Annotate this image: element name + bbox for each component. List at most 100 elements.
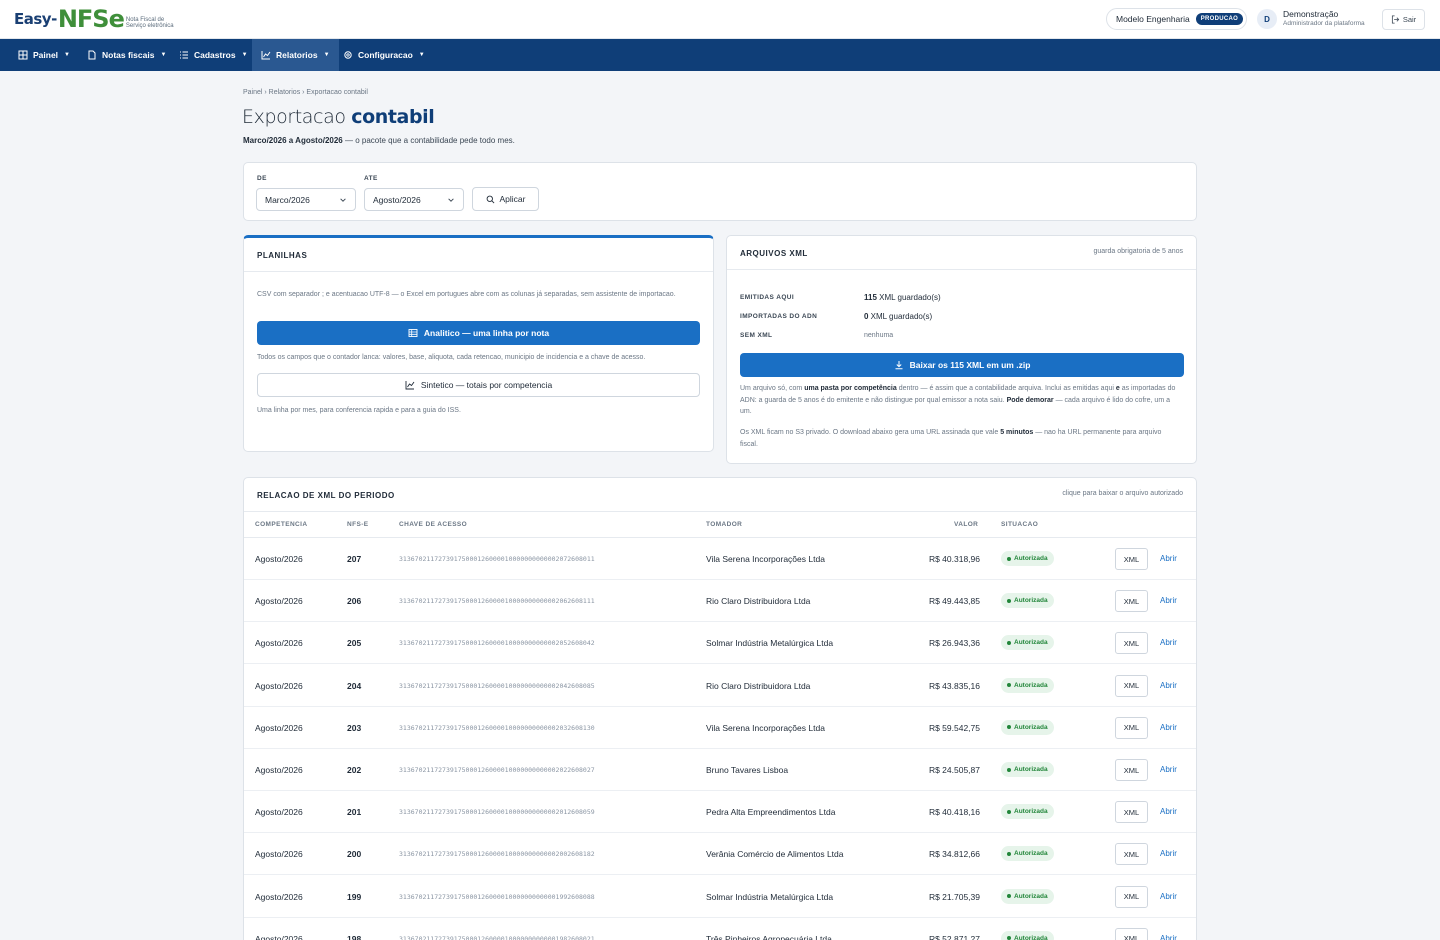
- chevron-down-icon: ▼: [241, 52, 248, 58]
- nav-relatorios[interactable]: Relatorios ▼: [252, 39, 339, 71]
- table-row[interactable]: Agosto/2026 199 31367021172739175000126000…: [244, 876, 1196, 918]
- stat-value: 0 XML guardado(s): [864, 312, 933, 321]
- from-select[interactable]: Marco/2026: [256, 188, 356, 211]
- xml-download-button[interactable]: XML: [1115, 632, 1148, 655]
- cell-competencia: Agosto/2026: [255, 849, 303, 860]
- table-row[interactable]: Agosto/2026 204 31367021172739175000126000…: [244, 665, 1196, 707]
- xml-table-card: RELACAO DE XML DO PERIODO clique para ba…: [243, 477, 1197, 940]
- status-dot-icon: [1007, 725, 1011, 730]
- chevron-down-icon: ▼: [160, 52, 167, 58]
- logout-button[interactable]: Sair: [1382, 9, 1425, 30]
- user-info[interactable]: Demonstração Administrador da plataforma: [1283, 10, 1365, 28]
- open-link[interactable]: Abrir: [1160, 934, 1177, 940]
- breadcrumb[interactable]: Painel › Relatorios › Exportacao contabi…: [243, 89, 368, 96]
- open-link[interactable]: Abrir: [1160, 723, 1177, 732]
- xml-download-button[interactable]: XML: [1115, 885, 1148, 908]
- cell-competencia: Agosto/2026: [255, 891, 303, 902]
- status-dot-icon: [1007, 894, 1011, 899]
- open-link[interactable]: Abrir: [1160, 765, 1177, 774]
- cell-numero: 203: [347, 722, 362, 733]
- status-dot-icon: [1007, 683, 1011, 688]
- xml-download-button[interactable]: XML: [1115, 674, 1148, 697]
- table-row[interactable]: Agosto/2026 200 31367021172739175000126000…: [244, 833, 1196, 876]
- analitico-button[interactable]: Analitico — uma linha por nota: [257, 321, 700, 345]
- table-row[interactable]: Agosto/2026 203 31367021172739175000126000…: [244, 707, 1196, 749]
- nav-cadastros[interactable]: Cadastros ▼: [170, 39, 257, 71]
- to-select[interactable]: Agosto/2026: [364, 188, 464, 211]
- xml-download-button[interactable]: XML: [1115, 759, 1148, 781]
- open-link[interactable]: Abrir: [1160, 596, 1177, 605]
- document-icon: [88, 50, 96, 60]
- open-link[interactable]: Abrir: [1160, 807, 1177, 816]
- cell-chave: 3136702117273917500012600001000000000000…: [399, 766, 595, 774]
- cell-numero: 199: [347, 891, 362, 902]
- arquivos-note: guarda obrigatoria de 5 anos: [1093, 248, 1183, 255]
- search-icon: [486, 195, 494, 203]
- arquivos-title: ARQUIVOS XML: [740, 249, 808, 258]
- stat-value: nenhuma: [864, 332, 894, 339]
- status-dot-icon: [1007, 936, 1011, 940]
- column-header: SITUACAO: [1001, 521, 1039, 528]
- sintetico-button[interactable]: Sintetico — totais por competencia: [257, 373, 700, 397]
- status-badge: Autorizada: [1001, 888, 1054, 904]
- table-row[interactable]: Agosto/2026 205 31367021172739175000126000…: [244, 622, 1196, 665]
- status-badge: Autorizada: [1001, 930, 1054, 940]
- cell-valor: R$ 24.505,87: [928, 765, 980, 775]
- chevron-down-icon: ▼: [64, 52, 70, 58]
- open-link[interactable]: Abrir: [1160, 849, 1177, 858]
- download-icon: [895, 361, 903, 370]
- grid-icon: [18, 50, 28, 60]
- app-logo[interactable]: Easy- NF Se Nota Fiscal de Serviço eletr…: [14, 5, 178, 33]
- stat-label: SEM XML: [740, 332, 773, 339]
- period-filter: DE Marco/2026 ATE Agosto/2026 Aplicar: [243, 162, 1197, 221]
- nav-configuracao[interactable]: Configuracao ▼: [334, 39, 434, 71]
- cell-numero: 207: [347, 554, 362, 564]
- cell-chave: 3136702117273917500012600001000000000000…: [399, 681, 595, 690]
- cell-chave: 3136702117273917500012600001000000000000…: [399, 597, 595, 606]
- xml-download-button[interactable]: XML: [1115, 590, 1148, 613]
- analitico-desc: Todos os campos que o contador lanca: va…: [257, 354, 646, 361]
- download-zip-button[interactable]: Baixar os 115 XML em um .zip: [740, 353, 1184, 377]
- cell-tomador: Rio Claro Distribuidora Ltda: [706, 596, 811, 607]
- table-row[interactable]: Agosto/2026 207 31367021172739175000126000…: [244, 538, 1196, 580]
- xml-download-button[interactable]: XML: [1115, 548, 1148, 570]
- open-link[interactable]: Abrir: [1160, 638, 1177, 647]
- open-link[interactable]: Abrir: [1160, 892, 1177, 901]
- status-badge: Autorizada: [1001, 593, 1054, 609]
- cell-tomador: Bruno Tavares Lisboa: [706, 765, 789, 775]
- cell-tomador: Rio Claro Distribuidora Ltda: [706, 680, 811, 691]
- xml-download-button[interactable]: XML: [1115, 716, 1148, 739]
- cell-tomador: Três Pinheiros Agropecuária Ltda: [706, 933, 832, 940]
- planilhas-intro: CSV com separador ; e acentuacao UTF-8 —…: [257, 291, 676, 298]
- open-link[interactable]: Abrir: [1160, 554, 1177, 563]
- cell-valor: R$ 40.318,96: [928, 554, 980, 564]
- gear-icon: [344, 51, 352, 59]
- status-dot-icon: [1007, 598, 1011, 603]
- table-row[interactable]: Agosto/2026 198 31367021172739175000126000…: [244, 918, 1196, 940]
- arquivos-xml-card: ARQUIVOS XML guarda obrigatoria de 5 ano…: [726, 235, 1197, 464]
- xml-download-button[interactable]: XML: [1115, 843, 1148, 866]
- status-dot-icon: [1007, 767, 1011, 772]
- planilhas-title: PLANILHAS: [257, 251, 308, 260]
- open-link[interactable]: Abrir: [1160, 681, 1177, 690]
- nav-painel[interactable]: Painel ▼: [9, 39, 79, 71]
- apply-button[interactable]: Aplicar: [472, 187, 539, 211]
- status-badge: Autorizada: [1001, 635, 1054, 651]
- avatar[interactable]: D: [1257, 9, 1277, 29]
- xml-download-button[interactable]: XML: [1115, 927, 1148, 940]
- cell-chave: 3136702117273917500012600001000000000000…: [399, 723, 595, 732]
- cell-tomador: Solmar Indústria Metalúrgica Ltda: [706, 891, 834, 902]
- xml-download-button[interactable]: XML: [1115, 801, 1148, 824]
- chart-icon: [261, 51, 271, 60]
- logout-icon: [1391, 15, 1400, 24]
- table-row[interactable]: Agosto/2026 201 31367021172739175000126000…: [244, 791, 1196, 834]
- stat-label: IMPORTADAS DO ADN: [740, 313, 818, 320]
- cell-valor: R$ 59.542,75: [928, 722, 980, 733]
- arquivos-security-note: Os XML ficam no S3 privado. O download a…: [740, 429, 1162, 448]
- status-badge: Autorizada: [1001, 719, 1054, 735]
- environment-selector[interactable]: Modelo Engenharia PRODUCAO: [1106, 8, 1248, 30]
- nav-notas-fiscais[interactable]: Notas fiscais ▼: [78, 39, 175, 71]
- status-dot-icon: [1007, 556, 1011, 561]
- table-row[interactable]: Agosto/2026 202 31367021172739175000126000…: [244, 749, 1196, 791]
- table-row[interactable]: Agosto/2026 206 31367021172739175000126000…: [244, 580, 1196, 623]
